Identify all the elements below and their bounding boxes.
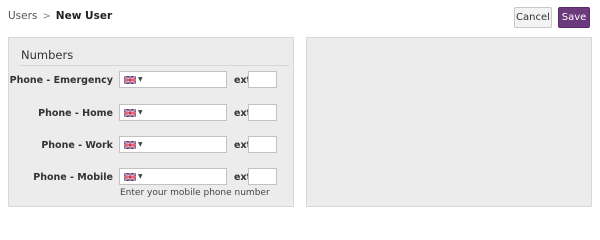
uk-flag-icon[interactable] <box>124 140 136 149</box>
phone-home-input[interactable]: ▼ <box>119 104 227 121</box>
chevron-down-icon[interactable]: ▼ <box>138 109 143 116</box>
breadcrumb: Users > New User <box>8 10 112 22</box>
uk-flag-icon[interactable] <box>124 108 136 117</box>
chevron-down-icon[interactable]: ▼ <box>138 76 143 83</box>
chevron-down-icon[interactable]: ▼ <box>138 173 143 180</box>
chevron-down-icon[interactable]: ▼ <box>138 141 143 148</box>
top-bar: Users > New User Cancel Save <box>0 0 600 33</box>
numbers-section-title: Numbers <box>21 48 74 62</box>
phone-mobile-ext-input[interactable] <box>248 168 277 185</box>
save-button[interactable]: Save <box>558 7 590 28</box>
section-divider <box>19 65 289 66</box>
phone-work-input[interactable]: ▼ <box>119 136 227 153</box>
right-panel <box>306 37 592 207</box>
breadcrumb-users-link[interactable]: Users <box>8 10 37 22</box>
uk-flag-icon[interactable] <box>124 172 136 181</box>
numbers-panel: Numbers Phone - Emergency ▼ ext Phone - … <box>8 37 294 207</box>
phone-home-label: Phone - Home <box>38 108 113 119</box>
phone-mobile-label: Phone - Mobile <box>33 172 113 183</box>
phone-emergency-label: Phone - Emergency <box>9 75 113 86</box>
phone-work-label: Phone - Work <box>41 140 113 151</box>
uk-flag-icon[interactable] <box>124 75 136 84</box>
phone-emergency-input[interactable]: ▼ <box>119 71 227 88</box>
breadcrumb-separator: > <box>42 10 51 22</box>
mobile-help-text: Enter your mobile phone number <box>120 188 270 198</box>
phone-work-ext-input[interactable] <box>248 136 277 153</box>
phone-home-ext-input[interactable] <box>248 104 277 121</box>
phone-mobile-input[interactable]: ▼ <box>119 168 227 185</box>
page-title: New User <box>55 10 113 22</box>
cancel-button[interactable]: Cancel <box>514 7 552 28</box>
phone-emergency-ext-input[interactable] <box>248 71 277 88</box>
